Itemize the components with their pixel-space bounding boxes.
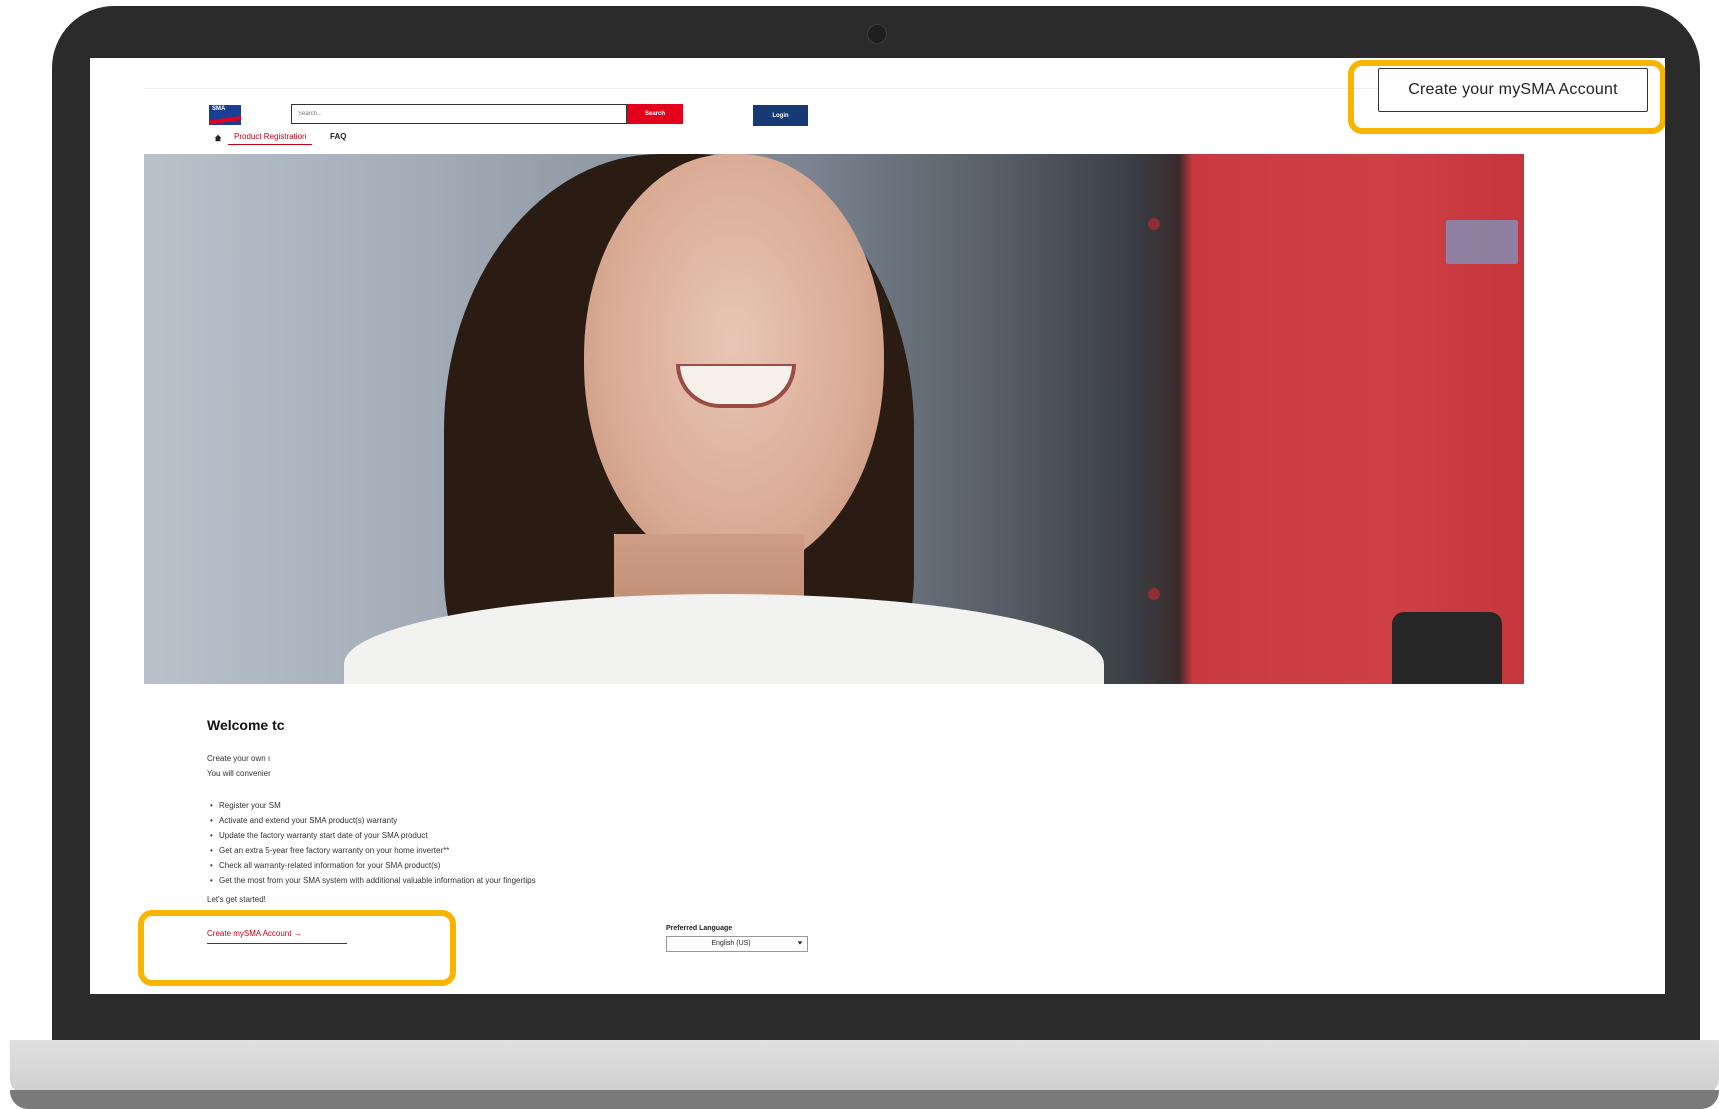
intro-line: You will convenier bbox=[207, 769, 271, 778]
inverter-screw bbox=[1148, 218, 1160, 230]
highlight-frame-bottom bbox=[138, 910, 456, 986]
login-button[interactable]: Login bbox=[753, 105, 808, 126]
logo-stripe bbox=[209, 114, 241, 125]
benefit-item: Update the factory warranty start date o… bbox=[207, 828, 536, 843]
nav-faq[interactable]: FAQ bbox=[330, 132, 346, 141]
highlight-frame-top bbox=[1348, 60, 1665, 134]
benefit-item: Register your SM bbox=[207, 798, 536, 813]
benefit-item: Check all warranty-related information f… bbox=[207, 858, 536, 873]
logo-text: SMA bbox=[212, 106, 226, 112]
language-selected: English (US) bbox=[711, 940, 751, 947]
search-input[interactable] bbox=[291, 104, 627, 124]
lets-start-text: Let's get started! bbox=[207, 895, 266, 904]
benefit-list: Register your SM Activate and extend you… bbox=[207, 798, 536, 888]
benefit-item: Get the most from your SMA system with a… bbox=[207, 873, 536, 888]
inverter-screw bbox=[1148, 588, 1160, 600]
language-select[interactable]: English (US) bbox=[666, 936, 808, 952]
browser-screen: SMA Search Login Create your mySMA Accou… bbox=[90, 58, 1665, 994]
laptop-base bbox=[10, 1040, 1719, 1092]
inverter-logo bbox=[1446, 220, 1518, 264]
nav-product-registration[interactable]: Product Registration bbox=[228, 132, 313, 145]
laptop-base-shadow bbox=[10, 1090, 1719, 1109]
inverter-panel bbox=[1392, 612, 1502, 684]
benefit-item: Activate and extend your SMA product(s) … bbox=[207, 813, 536, 828]
home-icon[interactable] bbox=[214, 134, 222, 142]
chevron-down-icon bbox=[797, 941, 803, 945]
sma-logo[interactable]: SMA bbox=[209, 105, 241, 125]
language-label: Preferred Language bbox=[666, 925, 733, 932]
camera-dot bbox=[867, 24, 887, 44]
intro-line: Create your own ı bbox=[207, 754, 271, 763]
search-button[interactable]: Search bbox=[627, 104, 683, 124]
welcome-title: Welcome tс bbox=[207, 717, 285, 733]
benefit-item: Get an extra 5-year free factory warrant… bbox=[207, 843, 536, 858]
hero-image bbox=[144, 154, 1524, 684]
